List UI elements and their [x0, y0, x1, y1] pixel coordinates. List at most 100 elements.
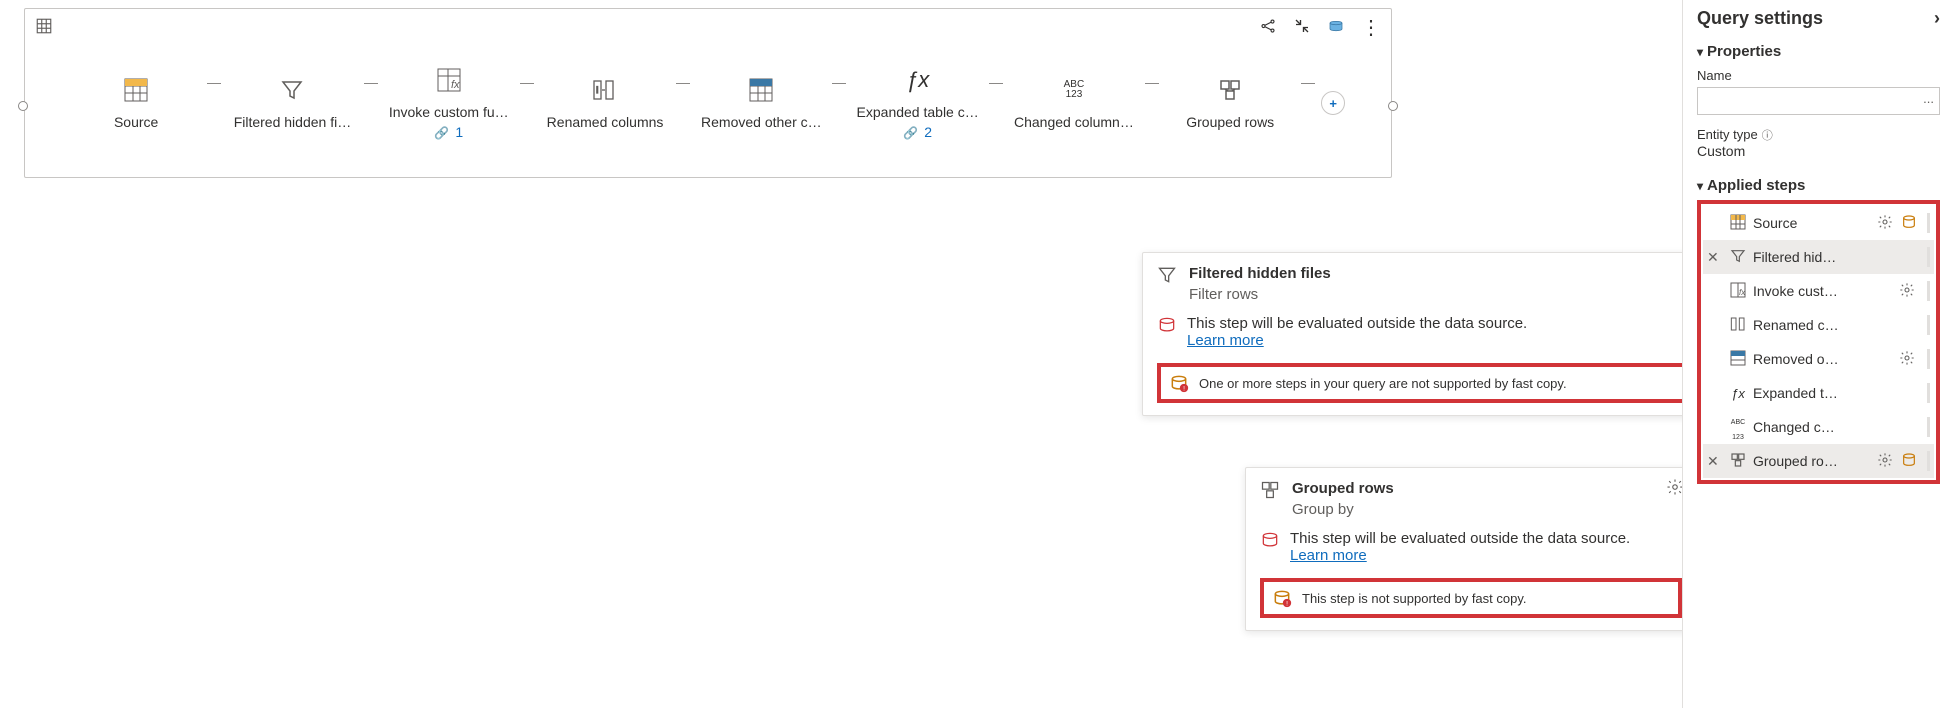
gear-icon[interactable]: [1877, 214, 1895, 233]
step-renamed-columns[interactable]: I Renamed columns: [534, 76, 676, 130]
step-type-icon: [1729, 214, 1747, 233]
connector-left: [18, 101, 28, 111]
group-icon: [1216, 76, 1244, 104]
step-label: Changed column…: [1014, 114, 1134, 130]
connector-line: [1145, 83, 1159, 84]
step-separator: [1927, 349, 1930, 369]
step-label: Filtered hidden fi…: [234, 114, 352, 130]
step-type-icon: [1729, 248, 1747, 267]
step-changed-column[interactable]: ABC123 Changed column…: [1003, 76, 1145, 130]
canvas-header: ⋮: [25, 9, 1391, 46]
function-table-icon: fx: [435, 66, 463, 94]
steps-row: Source Filtered hidden fi… fx Invoke cus…: [25, 66, 1391, 140]
step-invoke-custom[interactable]: fx Invoke custom fu… 1: [378, 66, 520, 140]
step-separator: [1927, 417, 1930, 437]
connector-line: [989, 83, 1003, 84]
applied-step-label: Removed o…: [1753, 351, 1893, 367]
connector-right: [1388, 101, 1398, 111]
more-icon[interactable]: ⋮: [1361, 15, 1381, 40]
applied-step-label: Filtered hid…: [1753, 249, 1917, 265]
learn-more-link[interactable]: Learn more: [1187, 332, 1264, 349]
tooltip-title: Grouped rows: [1292, 480, 1394, 497]
svg-text:!: !: [1286, 601, 1288, 608]
learn-more-link[interactable]: Learn more: [1290, 547, 1367, 564]
step-removed-other[interactable]: Removed other c…: [690, 76, 832, 130]
table-icon: [35, 17, 53, 38]
step-label: Removed other c…: [701, 114, 822, 130]
link-count[interactable]: 1: [434, 124, 463, 140]
fast-copy-warning-icon: !: [1272, 588, 1292, 608]
step-source[interactable]: Source: [65, 76, 207, 130]
applied-steps-label: Applied steps: [1707, 177, 1805, 194]
step-label: Expanded table c…: [857, 104, 979, 120]
applied-step-label: Changed c…: [1753, 419, 1917, 435]
collapse-icon[interactable]: [1293, 17, 1311, 38]
add-step[interactable]: +: [1315, 91, 1351, 115]
fast-copy-warning-highlight: ! One or more steps in your query are no…: [1157, 363, 1722, 403]
name-more-button[interactable]: ...: [1923, 91, 1934, 106]
step-type-icon: [1729, 350, 1747, 369]
svg-text:I: I: [596, 85, 599, 95]
fast-copy-warning-text: This step is not supported by fast copy.: [1302, 591, 1527, 606]
chevron-right-icon[interactable]: ›: [1934, 8, 1940, 29]
info-icon[interactable]: [1758, 127, 1773, 142]
step-type-icon: [1729, 452, 1747, 471]
delete-step-icon[interactable]: ✕: [1707, 249, 1723, 266]
tooltip-grouped-rows: Grouped rows Group by This step will be …: [1245, 467, 1697, 631]
step-separator: [1927, 247, 1930, 267]
applied-step-invoke[interactable]: fxInvoke cust…: [1703, 274, 1934, 308]
link-count[interactable]: 2: [903, 124, 932, 140]
applied-step-expanded[interactable]: ƒxExpanded t…: [1703, 376, 1934, 410]
properties-header[interactable]: Properties: [1697, 43, 1940, 60]
step-grouped-rows[interactable]: Grouped rows: [1159, 76, 1301, 130]
step-separator: [1927, 315, 1930, 335]
step-label: Grouped rows: [1186, 114, 1274, 130]
step-label: Invoke custom fu…: [389, 104, 509, 120]
folding-warning-icon: [1157, 315, 1177, 335]
gear-icon[interactable]: [1899, 350, 1917, 369]
connector-line: [1301, 83, 1315, 84]
fast-copy-warning-icon: !: [1169, 373, 1189, 393]
gear-icon[interactable]: [1899, 282, 1917, 301]
applied-step-label: Grouped ro…: [1753, 453, 1871, 469]
step-filtered-hidden[interactable]: Filtered hidden fi…: [221, 76, 363, 130]
source-icon: [122, 76, 150, 104]
applied-step-filtered[interactable]: ✕ Filtered hid…: [1703, 240, 1934, 274]
connector-line: [207, 83, 221, 84]
applied-step-source[interactable]: Source: [1703, 206, 1934, 240]
applied-step-removed[interactable]: Removed o…: [1703, 342, 1934, 376]
chevron-down-icon: [1697, 43, 1703, 60]
group-icon: [1260, 480, 1280, 518]
step-type-icon: fx: [1729, 282, 1747, 301]
abc123-icon: ABC123: [1060, 76, 1088, 104]
applied-step-label: Source: [1753, 215, 1871, 231]
applied-step-renamed[interactable]: Renamed c…: [1703, 308, 1934, 342]
filter-icon: [278, 76, 306, 104]
tooltip-subtitle: Group by: [1292, 501, 1394, 518]
entity-type-value: Custom: [1697, 143, 1940, 159]
name-label: Name: [1697, 68, 1940, 83]
panel-title: Query settings: [1697, 8, 1823, 29]
tooltip-warning-text: This step will be evaluated outside the …: [1290, 530, 1630, 547]
chevron-down-icon: [1697, 177, 1703, 194]
folding-warning-icon: [1260, 530, 1280, 550]
applied-step-grouped[interactable]: ✕ Grouped ro…: [1703, 444, 1934, 478]
applied-step-changed[interactable]: ABC123Changed c…: [1703, 410, 1934, 444]
applied-step-label: Expanded t…: [1753, 385, 1917, 401]
step-expanded-table[interactable]: ƒx Expanded table c… 2: [846, 66, 988, 140]
delete-step-icon[interactable]: ✕: [1707, 453, 1723, 470]
svg-text:!: !: [1183, 386, 1185, 393]
applied-steps-header[interactable]: Applied steps: [1697, 177, 1940, 194]
fx-icon: ƒx: [904, 66, 932, 94]
query-settings-panel: Query settings › Properties Name ... Ent…: [1682, 0, 1952, 708]
share-icon[interactable]: [1259, 17, 1277, 38]
dataflow-icon[interactable]: [1327, 17, 1345, 38]
add-step-button[interactable]: +: [1321, 91, 1345, 115]
applied-steps-highlight: Source ✕ Filtered hid… fxInvoke cust…Rename…: [1697, 200, 1940, 484]
fast-copy-warning-text: One or more steps in your query are not …: [1199, 376, 1567, 391]
filter-icon: [1157, 265, 1177, 303]
gear-icon[interactable]: [1877, 452, 1895, 471]
step-type-icon: [1729, 316, 1747, 335]
connector-line: [676, 83, 690, 84]
query-name-input[interactable]: [1697, 87, 1940, 115]
